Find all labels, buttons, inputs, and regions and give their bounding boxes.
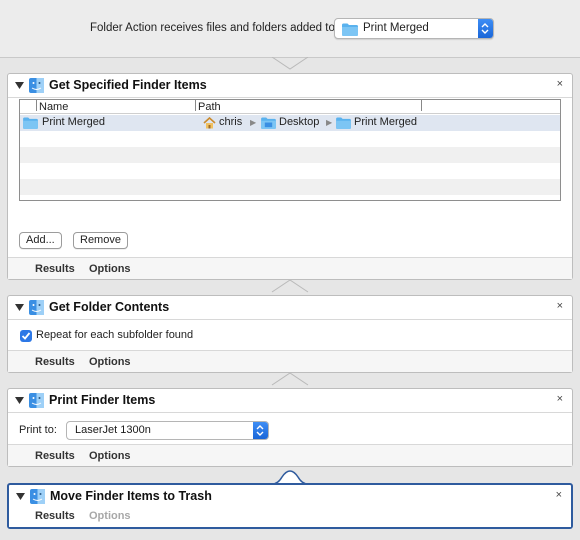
close-icon[interactable]: × [557, 300, 563, 312]
path-segment: Print Merged [354, 116, 417, 128]
action-get-specified-finder-items[interactable]: Get Specified Finder Items × Name Path P… [7, 73, 573, 280]
disclosure-triangle-icon[interactable] [15, 397, 24, 405]
table-row-empty [20, 179, 560, 195]
results-button[interactable]: Results [35, 356, 75, 368]
action-print-finder-items[interactable]: Print Finder Items × Print to: LaserJet … [7, 388, 573, 467]
table-header: Name Path [20, 100, 560, 114]
checkbox-label: Repeat for each subfolder found [36, 329, 194, 341]
action-title-bar: Get Specified Finder Items × [8, 74, 572, 98]
printer-select-value: LaserJet 1300n [75, 424, 151, 436]
finder-items-table[interactable]: Name Path Print Merged chris ▶ Desktop ▶… [19, 99, 561, 201]
header-label: Folder Action receives files and folders… [90, 22, 335, 34]
options-button[interactable]: Options [89, 263, 131, 275]
action-title-bar: Print Finder Items × [8, 389, 572, 413]
disclosure-triangle-icon[interactable] [16, 493, 25, 501]
folder-icon [342, 23, 358, 36]
disclosure-triangle-icon[interactable] [15, 82, 24, 90]
finder-icon [29, 78, 44, 93]
action-title: Move Finder Items to Trash [50, 489, 212, 503]
action-title-bar: Get Folder Contents × [8, 296, 572, 320]
action-footer: Results Options [8, 350, 572, 372]
path-segment: Desktop [279, 116, 320, 128]
finder-icon [29, 300, 44, 315]
repeat-subfolder-checkbox[interactable] [20, 330, 32, 342]
path-chevron-icon: ▶ [250, 118, 257, 127]
disclosure-triangle-icon[interactable] [15, 304, 24, 312]
column-header-name[interactable]: Name [36, 100, 68, 113]
results-button[interactable]: Results [35, 450, 75, 462]
table-row-empty [20, 163, 560, 179]
path-segment: chris [219, 116, 243, 128]
options-button[interactable]: Options [89, 450, 131, 462]
action-footer: Results Options [8, 444, 572, 466]
row-name: Print Merged [42, 116, 105, 128]
action-title: Get Folder Contents [49, 300, 170, 314]
close-icon[interactable]: × [557, 393, 563, 405]
printer-select[interactable]: LaserJet 1300n [66, 421, 269, 440]
results-button[interactable]: Results [35, 510, 75, 522]
table-row-empty [20, 147, 560, 163]
options-button[interactable]: Options [89, 356, 131, 368]
connector-icon [271, 373, 309, 386]
updown-arrows-icon [478, 19, 493, 38]
folder-icon [336, 117, 351, 129]
close-icon[interactable]: × [557, 78, 563, 90]
workflow-header: Folder Action receives files and folders… [0, 0, 580, 58]
print-to-label: Print to: [19, 424, 57, 436]
folder-select[interactable]: Print Merged [334, 18, 494, 39]
connector-icon [271, 57, 309, 70]
action-footer: Results Options [9, 505, 571, 527]
desktop-folder-icon [261, 117, 276, 129]
action-move-finder-items-to-trash[interactable]: Move Finder Items to Trash × Results Opt… [7, 483, 573, 529]
action-title: Print Finder Items [49, 393, 156, 407]
action-footer: Results Options [8, 257, 572, 279]
folder-select-value: Print Merged [363, 22, 429, 34]
table-row[interactable]: Print Merged chris ▶ Desktop ▶ Print Mer… [20, 115, 560, 131]
column-separator [421, 100, 424, 113]
finder-icon [30, 489, 45, 504]
checkmark-icon [21, 332, 31, 340]
add-button[interactable]: Add... [19, 232, 62, 249]
column-header-path[interactable]: Path [195, 100, 221, 113]
folder-icon [23, 117, 38, 129]
updown-arrows-icon [253, 422, 268, 439]
table-row-empty [20, 131, 560, 147]
options-button: Options [89, 510, 131, 522]
finder-icon [29, 393, 44, 408]
path-chevron-icon: ▶ [326, 118, 333, 127]
results-button[interactable]: Results [35, 263, 75, 275]
home-icon [203, 117, 216, 129]
close-icon[interactable]: × [556, 489, 562, 501]
remove-button[interactable]: Remove [73, 232, 128, 249]
action-title: Get Specified Finder Items [49, 78, 207, 92]
connector-icon [271, 280, 309, 293]
action-get-folder-contents[interactable]: Get Folder Contents × Repeat for each su… [7, 295, 573, 373]
